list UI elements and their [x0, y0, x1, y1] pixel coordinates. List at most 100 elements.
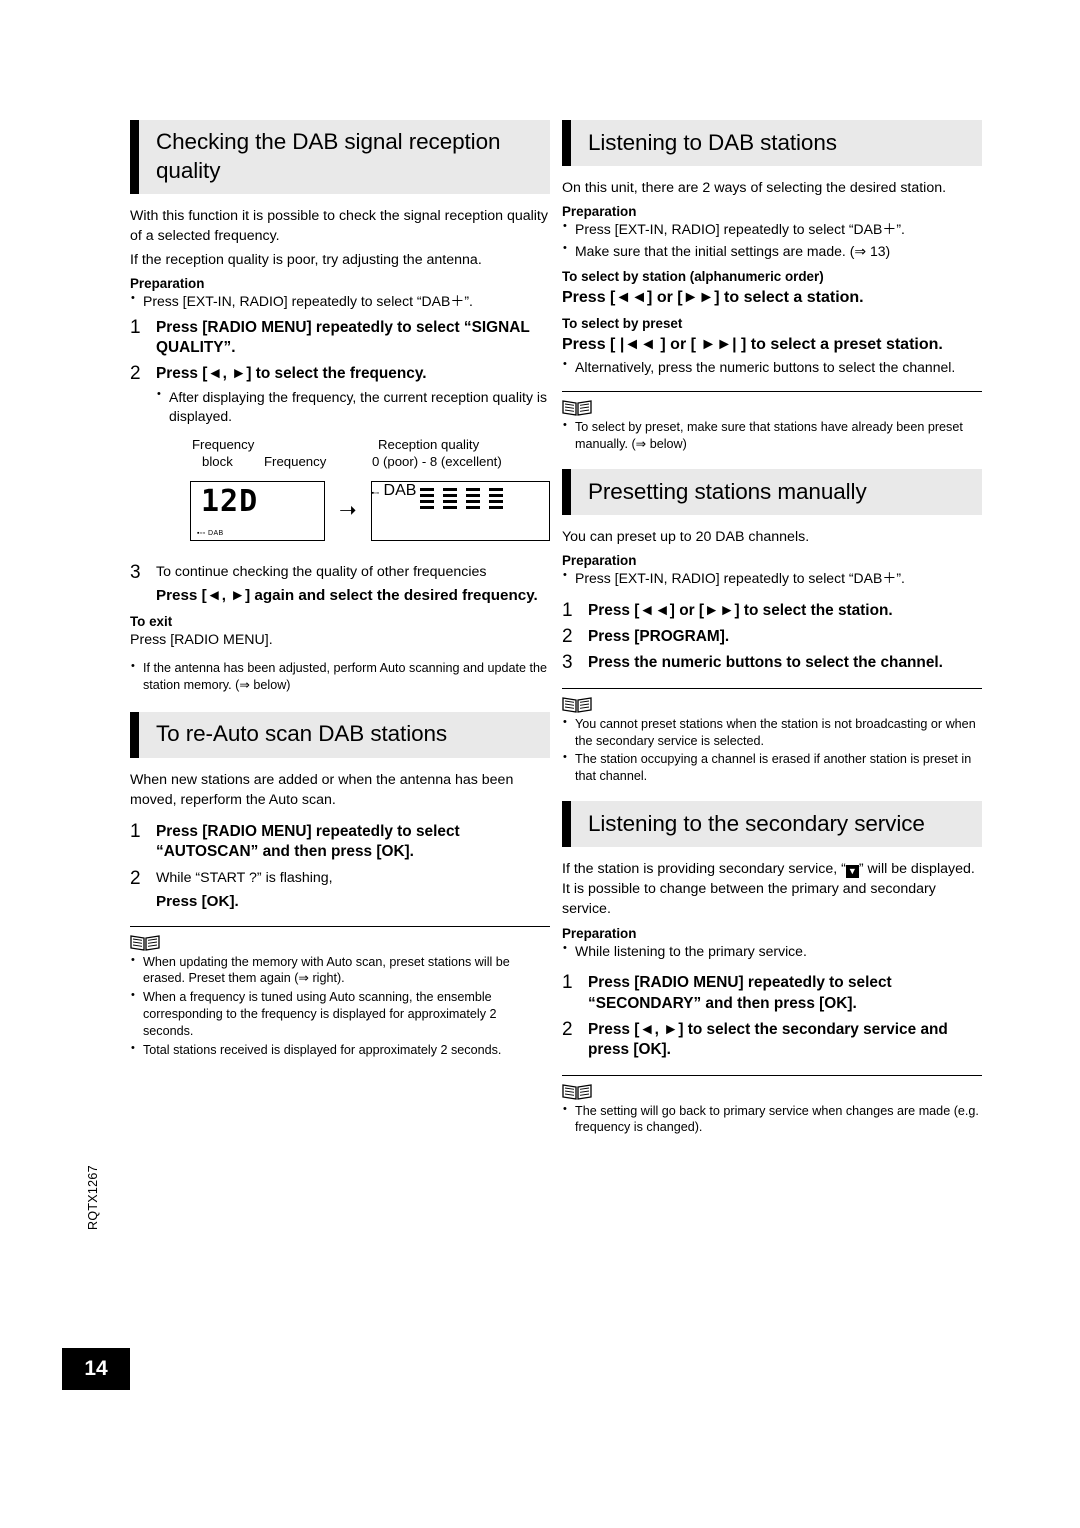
note-item: When updating the memory with Auto scan,…: [130, 953, 550, 988]
note-item: The setting will go back to primary serv…: [562, 1102, 982, 1137]
step-3-bold-text: Press [◄, ►] again and select the desire…: [156, 586, 538, 604]
secondary-service-indicator-icon: ▼: [845, 865, 859, 879]
step-text: Press [RADIO MENU] repeatedly to select …: [588, 974, 892, 1012]
step-1: 1 Press [RADIO MENU] repeatedly to selec…: [130, 820, 550, 863]
step-text: Press [◄, ►] to select the secondary ser…: [588, 1020, 948, 1059]
arrow-right-icon: ➝: [339, 499, 357, 523]
section-title: Checking the DAB signal reception qualit…: [156, 129, 501, 183]
step-number: 2: [130, 363, 141, 385]
notes-block: When updating the memory with Auto scan,…: [130, 925, 550, 1059]
to-exit-label: To exit: [130, 613, 173, 629]
book-note-icon: [562, 1083, 592, 1100]
select-by-preset-instruction: Press [ |◄◄ ] or [ ►►| ] to select a pre…: [562, 336, 943, 354]
preparation-item: Press [EXT-IN, RADIO] repeatedly to sele…: [130, 291, 550, 312]
note-item: When a frequency is tuned using Auto sca…: [130, 988, 550, 1040]
step-2: 2 Press [◄, ►] to select the frequency.: [130, 363, 550, 385]
step-number: 1: [130, 820, 141, 842]
section-header-checking-dab-signal: Checking the DAB signal reception qualit…: [130, 120, 550, 194]
step-2: 2 Press [◄, ►] to select the secondary s…: [562, 1018, 982, 1061]
section-header-re-auto-scan: To re-Auto scan DAB stations: [130, 711, 550, 758]
book-note-icon: [130, 934, 160, 951]
preparation-item: Make sure that the initial settings are …: [562, 241, 982, 262]
section-title: Listening to the secondary service: [588, 810, 925, 836]
section-header-presetting-manually: Presetting stations manually: [562, 468, 982, 515]
preparation-label: Preparation: [562, 553, 637, 569]
step-number: 1: [562, 972, 573, 994]
preparation-item: Press [EXT-IN, RADIO] repeatedly to sele…: [562, 568, 982, 589]
step-text: Press [◄, ►] to select the frequency.: [156, 365, 427, 383]
step-number: 1: [130, 316, 141, 338]
step-number: 3: [562, 652, 573, 674]
lcd-tiny-label: ▪▫▫ DAB: [371, 481, 417, 499]
manual-page: Checking the DAB signal reception qualit…: [0, 0, 1080, 1528]
step-2: 2 Press [PROGRAM].: [562, 625, 982, 647]
step-number: 2: [130, 867, 141, 889]
section-header-listening-dab: Listening to DAB stations: [562, 120, 982, 166]
label-frequency-block-line2: block: [202, 453, 233, 469]
book-note-icon: [562, 696, 592, 713]
intro-paragraph-2: If the reception quality is poor, try ad…: [130, 251, 482, 268]
select-by-station-label: To select by station (alphanumeric order…: [562, 269, 824, 285]
figure-labels: Frequency block Frequency Reception qual…: [130, 437, 550, 481]
step-2-bold-text: Press [OK].: [156, 892, 239, 910]
label-reception-quality: Reception quality: [378, 436, 480, 452]
step-number: 2: [562, 625, 573, 647]
document-code: RQTX1267: [86, 1165, 100, 1230]
note-item: You cannot preset stations when the stat…: [562, 715, 982, 750]
lcd-row: 12D ▪▫▫ DAB ➝ ▪▫▫ DAB: [190, 480, 550, 541]
preparation-label: Preparation: [562, 204, 637, 220]
antenna-note: If the antenna has been adjusted, perfor…: [130, 659, 550, 694]
lcd-display-frequency: 12D ▪▫▫ DAB: [190, 480, 326, 541]
step-number: 2: [562, 1018, 573, 1040]
preparation-item: Press [EXT-IN, RADIO] repeatedly to sele…: [562, 219, 982, 240]
lcd-segment-value: 12D: [201, 483, 259, 519]
step-2-note: After displaying the frequency, the curr…: [130, 387, 550, 427]
notes-block: You cannot preset stations when the stat…: [562, 687, 982, 786]
note-item: Total stations received is displayed for…: [130, 1041, 550, 1059]
notes-block: The setting will go back to primary serv…: [562, 1074, 982, 1137]
section-title: Listening to DAB stations: [588, 129, 837, 155]
step-text: To continue checking the quality of othe…: [156, 563, 487, 580]
step-3: 3 To continue checking the quality of ot…: [130, 561, 550, 583]
section-title: Presetting stations manually: [588, 478, 867, 504]
intro-paragraph: When new stations are added or when the …: [130, 771, 514, 808]
step-1: 1 Press [◄◄] or [►►] to select the stati…: [562, 599, 982, 621]
step-text: Press the numeric buttons to select the …: [588, 654, 943, 672]
label-frequency-block-line1: Frequency: [192, 436, 255, 452]
to-exit-text: Press [RADIO MENU].: [130, 631, 273, 648]
section-title: To re-Auto scan DAB stations: [156, 721, 448, 747]
select-by-station-instruction: Press [◄◄] or [►►] to select a station.: [562, 289, 864, 307]
preparation-label: Preparation: [562, 925, 637, 941]
preparation-item: While listening to the primary service.: [562, 941, 982, 962]
step-2: 2 While “START ?” is flashing,: [130, 867, 550, 889]
book-note-icon: [562, 400, 592, 416]
step-3: 3 Press the numeric buttons to select th…: [562, 652, 982, 674]
step-text: Press [RADIO MENU] repeatedly to select …: [156, 318, 530, 356]
lcd-figure: Frequency block Frequency Reception qual…: [130, 437, 550, 557]
step-text: Press [RADIO MENU] repeatedly to select …: [156, 822, 460, 861]
right-column: Listening to DAB stations On this unit, …: [562, 120, 982, 1138]
step-number: 3: [130, 561, 141, 583]
step-number: 1: [562, 599, 573, 621]
step-1: 1 Press [RADIO MENU] repeatedly to selec…: [130, 316, 550, 359]
intro-paragraph: If the station is providing secondary se…: [562, 859, 982, 919]
select-by-preset-note: Alternatively, press the numeric buttons…: [562, 357, 982, 378]
left-column: Checking the DAB signal reception qualit…: [130, 120, 550, 1061]
label-quality-range: 0 (poor) - 8 (excellent): [372, 453, 502, 469]
page-number: 14: [62, 1348, 130, 1390]
label-frequency: Frequency: [264, 453, 327, 469]
section-header-secondary-service: Listening to the secondary service: [562, 801, 982, 848]
lcd-tiny-label: ▪▫▫ DAB: [197, 529, 224, 537]
lcd-display-quality: ▪▫▫ DAB: [370, 480, 550, 541]
preparation-label: Preparation: [130, 276, 205, 292]
select-by-preset-label: To select by preset: [562, 316, 683, 332]
step-text: Press [◄◄] or [►►] to select the station…: [588, 601, 893, 619]
intro-paragraph: On this unit, there are 2 ways of select…: [562, 180, 947, 196]
note-item: The station occupying a channel is erase…: [562, 750, 982, 785]
intro-paragraph: You can preset up to 20 DAB channels.: [562, 528, 810, 545]
signal-bars-icon: [419, 487, 503, 510]
notes-block: To select by preset, make sure that stat…: [562, 391, 982, 453]
step-text: While “START ?” is flashing,: [156, 869, 333, 886]
intro-paragraph-1: With this function it is possible to che…: [130, 207, 548, 244]
step-text: Press [PROGRAM].: [588, 627, 730, 645]
